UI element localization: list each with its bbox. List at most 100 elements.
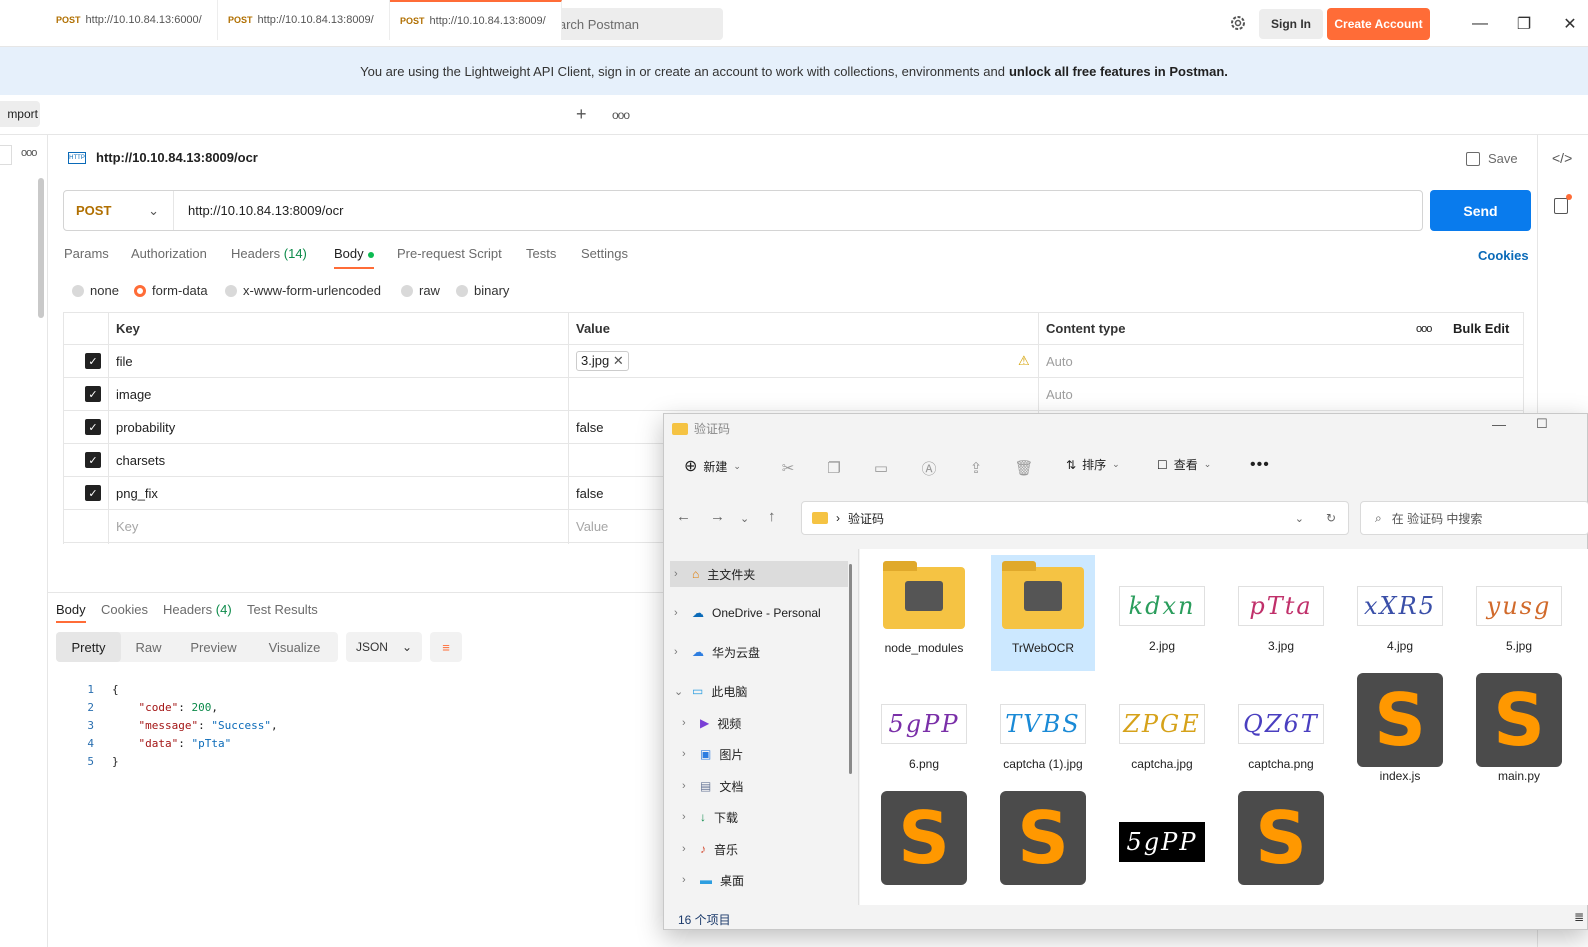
row-value[interactable] (568, 378, 576, 410)
new-tab-icon[interactable]: + (576, 104, 587, 125)
view-pretty[interactable]: Pretty (56, 632, 121, 662)
file-item[interactable]: S (991, 789, 1095, 887)
row-checkbox[interactable]: ✓ (85, 378, 101, 410)
rename-icon[interactable]: Ⓐ (919, 458, 939, 478)
nav-item-music[interactable]: › ♪ 音乐 (682, 836, 738, 862)
explorer-maximize-icon[interactable]: ☐ (1536, 416, 1548, 432)
file-item-index-js[interactable]: Sindex.js (1348, 671, 1452, 783)
method-select[interactable]: POST ⌄ (64, 191, 174, 230)
code-icon[interactable]: </> (1552, 150, 1572, 166)
row-key[interactable]: image (108, 378, 151, 410)
forward-icon[interactable]: → (710, 508, 725, 525)
tab-tests[interactable]: Tests (526, 246, 556, 261)
file-item-4-jpg[interactable]: xXR5 4.jpg (1348, 573, 1452, 653)
explorer-search-input[interactable]: ⌕ 在 验证码 中搜索 (1360, 501, 1588, 535)
file-item-captcha-1-jpg[interactable]: TVBS captcha (1).jpg (991, 691, 1095, 771)
format-select[interactable]: JSON ⌄ (346, 632, 422, 662)
response-tab-test-results[interactable]: Test Results (247, 602, 318, 617)
file-item[interactable]: S (1229, 789, 1333, 887)
restore-icon[interactable]: ❐ (1512, 12, 1536, 36)
back-icon[interactable]: ← (676, 508, 691, 525)
refresh-icon[interactable]: ↻ (1326, 511, 1336, 525)
more-options-icon[interactable]: ••• (1250, 456, 1270, 474)
nav-item-huawei-cloud[interactable]: › ☁ 华为云盘 (674, 639, 760, 665)
nav-item-home[interactable]: › ⌂ 主文件夹 (670, 561, 848, 587)
explorer-minimize-icon[interactable]: — (1492, 416, 1506, 432)
file-item-main-py[interactable]: Smain.py (1467, 671, 1571, 783)
tab-params[interactable]: Params (64, 246, 109, 261)
save-button[interactable]: Save (1466, 151, 1518, 166)
view-raw[interactable]: Raw (121, 632, 176, 662)
copy-icon[interactable]: ❐ (824, 458, 844, 478)
file-item-5-jpg[interactable]: yusg 5.jpg (1467, 573, 1571, 653)
body-type-none[interactable]: none (72, 283, 119, 298)
close-icon[interactable]: ✕ (1558, 12, 1582, 36)
chevron-down-icon[interactable]: ⌄ (1295, 512, 1304, 525)
recent-chevron-icon[interactable]: ⌄ (740, 512, 749, 525)
file-item-captcha-png[interactable]: QZ6T captcha.png (1229, 691, 1333, 771)
tab-headers[interactable]: Headers (14) (231, 246, 307, 261)
nav-item-desktop[interactable]: › ▬ 桌面 (682, 867, 744, 893)
details-view-icon[interactable]: ≣ (1574, 910, 1584, 924)
new-value-input[interactable]: Value (568, 510, 608, 542)
row-key[interactable]: png_fix (108, 477, 158, 509)
tab-authorization[interactable]: Authorization (131, 246, 207, 261)
nav-item-downloads[interactable]: › ↓ 下载 (682, 804, 738, 830)
sidebar-scrollbar[interactable] (38, 178, 44, 318)
docs-icon[interactable] (1554, 198, 1568, 214)
view-visualize[interactable]: Visualize (251, 632, 338, 662)
import-button[interactable]: mport (0, 101, 40, 127)
response-tab-body[interactable]: Body (56, 602, 86, 623)
row-key[interactable]: file (108, 345, 133, 377)
tab-request-2[interactable]: POST http://10.10.84.13:8009/ (218, 0, 390, 40)
row-key[interactable]: probability (108, 411, 175, 443)
row-content-type[interactable]: Auto (1038, 378, 1073, 410)
url-input[interactable]: http://10.10.84.13:8009/ocr (174, 203, 343, 218)
sidebar-filter-box[interactable] (0, 145, 12, 165)
send-button[interactable]: Send (1430, 190, 1531, 231)
cut-icon[interactable]: ✂ (778, 458, 798, 478)
row-checkbox[interactable]: ✓ (85, 345, 101, 377)
nav-item-this-pc[interactable]: ⌄ ▭ 此电脑 (674, 678, 747, 704)
tab-request-1[interactable]: POST http://10.10.84.13:6000/ (46, 0, 218, 40)
nav-item-onedrive[interactable]: › ☁ OneDrive - Personal (674, 600, 821, 626)
column-options-icon[interactable]: ooo (1408, 313, 1448, 344)
tab-settings[interactable]: Settings (581, 246, 628, 261)
response-tab-headers[interactable]: Headers (4) (163, 602, 232, 617)
minimize-icon[interactable]: — (1468, 12, 1492, 36)
file-item-captcha-jpg[interactable]: ZPGE captcha.jpg (1110, 691, 1214, 771)
row-value[interactable]: false (568, 411, 603, 443)
tab-body[interactable]: Body (334, 246, 374, 269)
delete-icon[interactable]: 🗑 (1014, 458, 1034, 478)
file-item-node-modules[interactable]: node_modules (872, 555, 976, 671)
create-account-button[interactable]: Create Account (1327, 8, 1430, 40)
tab-request-3[interactable]: POST http://10.10.84.13:8009/ (390, 0, 562, 40)
body-type-form-data[interactable]: form-data (134, 283, 208, 298)
wrap-lines-icon[interactable]: ≡ (430, 632, 462, 662)
sort-button[interactable]: ⇅ 排序 ⌄ (1066, 456, 1120, 473)
body-type-binary[interactable]: binary (456, 283, 509, 298)
address-bar[interactable]: › 验证码 ⌄ ↻ (801, 501, 1349, 535)
row-value[interactable] (568, 444, 576, 476)
row-value-file[interactable]: 3.jpg ✕ (568, 345, 629, 377)
body-type-urlencoded[interactable]: x-www-form-urlencoded (225, 283, 381, 298)
tab-pre-request-script[interactable]: Pre-request Script (397, 246, 502, 261)
nav-item-documents[interactable]: › ▤ 文档 (682, 773, 743, 799)
up-icon[interactable]: ↑ (768, 508, 776, 525)
view-preview[interactable]: Preview (176, 632, 251, 662)
remove-file-icon[interactable]: ✕ (613, 353, 624, 368)
nav-item-videos[interactable]: › ▶ 视频 (682, 710, 741, 736)
bulk-edit-button[interactable]: Bulk Edit (1445, 313, 1525, 344)
request-title[interactable]: http://10.10.84.13:8009/ocr (96, 150, 258, 165)
nav-item-pictures[interactable]: › ▣ 图片 (682, 741, 743, 767)
file-item-3-jpg[interactable]: pTta 3.jpg (1229, 573, 1333, 653)
row-key[interactable]: charsets (108, 444, 165, 476)
new-button[interactable]: ⊕ 新建 ⌄ (684, 456, 741, 476)
paste-icon[interactable]: ▭ (871, 458, 891, 478)
nav-scrollbar[interactable] (849, 564, 852, 774)
row-content-type[interactable]: Auto (1038, 345, 1073, 377)
body-type-raw[interactable]: raw (401, 283, 440, 298)
file-item-2-jpg[interactable]: kdxn 2.jpg (1110, 573, 1214, 653)
row-value[interactable]: false (568, 477, 603, 509)
cookies-link[interactable]: Cookies (1478, 248, 1529, 263)
